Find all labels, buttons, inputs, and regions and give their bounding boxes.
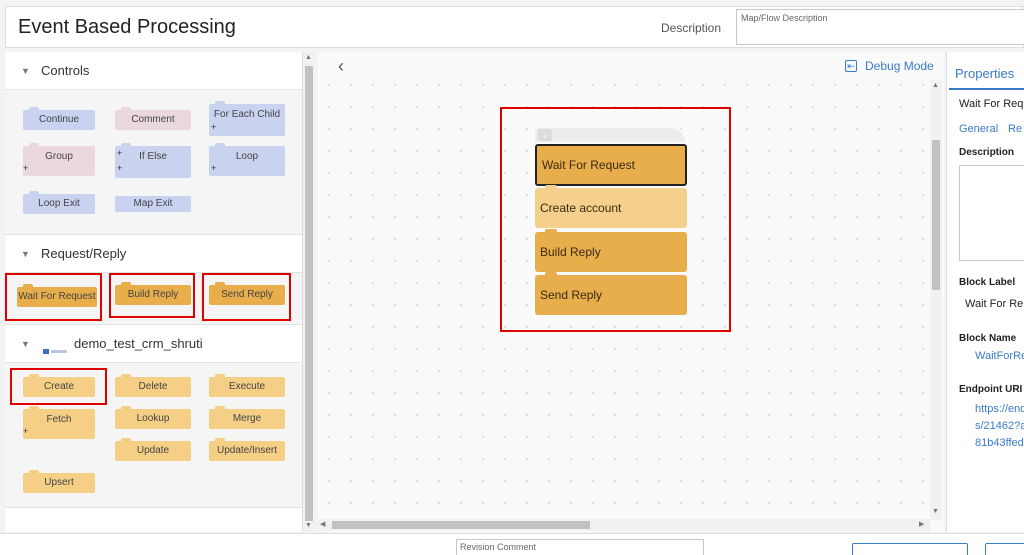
palette-block-comment[interactable]: Comment bbox=[115, 107, 191, 130]
controls-section-body: Continue Comment For Each Child + Group + … bbox=[5, 90, 302, 235]
palette-block-update[interactable]: Update bbox=[115, 438, 191, 461]
palette-block-lookup[interactable]: Lookup bbox=[115, 406, 191, 429]
collapse-left-icon[interactable]: ‹ bbox=[338, 56, 344, 77]
properties-panel: Properties Wait For Req General Re Descr… bbox=[946, 52, 1024, 532]
block-description-textarea[interactable] bbox=[959, 165, 1024, 261]
scrollbar-thumb[interactable] bbox=[305, 66, 313, 521]
palette-block-upsert[interactable]: Upsert bbox=[23, 470, 95, 493]
canvas-vertical-scrollbar[interactable]: ▲ ▼ bbox=[930, 80, 942, 520]
block-name-value: WaitForRe bbox=[975, 350, 1024, 362]
palette-block-for-each-child[interactable]: For Each Child + bbox=[209, 101, 285, 136]
block-label-title: Block Label bbox=[959, 277, 1016, 288]
scroll-down-arrow-icon[interactable]: ▼ bbox=[932, 508, 939, 515]
block-name-title: Block Name bbox=[959, 333, 1017, 344]
scrollbar-thumb[interactable] bbox=[932, 140, 940, 290]
palette-block-build-reply[interactable]: Build Reply bbox=[115, 282, 191, 305]
canvas-toolbar: ‹ ⇤ Debug Mode bbox=[318, 52, 944, 80]
block-palette: ▼ Controls Continue Comment For Each Chi… bbox=[5, 52, 303, 532]
endpoint-uri-line[interactable]: https://end bbox=[975, 403, 1024, 415]
scroll-up-arrow-icon[interactable]: ▲ bbox=[305, 54, 312, 61]
page-title: Event Based Processing bbox=[18, 16, 236, 38]
palette-block-wait-for-request[interactable]: Wait For Request bbox=[17, 284, 97, 307]
palette-block-update-insert[interactable]: Update/Insert bbox=[209, 438, 285, 461]
flow-canvas[interactable]: ‹ ⇤ Debug Mode ↓ Wait For Request Create… bbox=[318, 52, 944, 532]
plus-icon: + bbox=[117, 163, 123, 173]
endpoint-uri-line[interactable]: 81b43ffed bbox=[975, 437, 1024, 449]
connector-section-body: Create Delete Execute Fetch + Lookup Merg… bbox=[5, 363, 302, 508]
revision-comment-input[interactable]: Revision Comment bbox=[456, 539, 704, 555]
palette-block-if-else[interactable]: If Else + + bbox=[115, 143, 191, 178]
scroll-left-arrow-icon[interactable]: ◀ bbox=[320, 520, 325, 528]
palette-block-delete[interactable]: Delete bbox=[115, 374, 191, 397]
scroll-right-arrow-icon[interactable]: ▶ bbox=[919, 520, 924, 528]
scrollbar-thumb[interactable] bbox=[332, 521, 590, 529]
palette-block-loop-exit[interactable]: Loop Exit bbox=[23, 191, 95, 214]
block-label-input[interactable]: Wait For Re bbox=[965, 298, 1023, 310]
section-title: demo_test_crm_shruti bbox=[74, 336, 203, 351]
plus-icon: + bbox=[211, 122, 217, 132]
connector-logo-icon bbox=[43, 341, 67, 354]
collapse-triangle-icon[interactable]: ▼ bbox=[21, 339, 30, 349]
tab-request[interactable]: Re bbox=[1008, 123, 1022, 135]
palette-block-continue[interactable]: Continue bbox=[23, 107, 95, 130]
canvas-horizontal-scrollbar[interactable]: ◀ ▶ bbox=[318, 519, 930, 531]
plus-icon: + bbox=[211, 163, 217, 173]
request-reply-section-body: Wait For Request Build Reply Send Reply bbox=[5, 273, 302, 325]
section-title: Request/Reply bbox=[41, 246, 127, 261]
plus-icon: + bbox=[23, 426, 29, 436]
section-header-connector[interactable]: ▼ demo_test_crm_shruti bbox=[5, 325, 302, 363]
header-bar: Event Based Processing Description Map/F… bbox=[5, 6, 1024, 48]
palette-scrollbar[interactable]: ▲ ▼ bbox=[303, 52, 315, 532]
description-input[interactable]: Map/Flow Description bbox=[736, 9, 1024, 45]
scroll-up-arrow-icon[interactable]: ▲ bbox=[932, 82, 939, 89]
section-header-controls[interactable]: ▼ Controls bbox=[5, 52, 302, 90]
footer-button[interactable] bbox=[985, 543, 1024, 555]
section-header-request-reply[interactable]: ▼ Request/Reply bbox=[5, 235, 302, 273]
palette-block-fetch[interactable]: Fetch + bbox=[23, 406, 95, 439]
debug-mode-link[interactable]: Debug Mode bbox=[865, 59, 934, 73]
palette-block-group[interactable]: Group + bbox=[23, 143, 95, 176]
palette-block-merge[interactable]: Merge bbox=[209, 406, 285, 429]
endpoint-uri-line[interactable]: s/21462?a bbox=[975, 420, 1024, 432]
footer-button[interactable] bbox=[852, 543, 968, 555]
description-field-label: Description bbox=[959, 147, 1015, 158]
tab-general[interactable]: General bbox=[959, 123, 998, 135]
plus-icon: + bbox=[23, 163, 29, 173]
debug-mode-icon[interactable]: ⇤ bbox=[845, 60, 857, 72]
palette-block-send-reply[interactable]: Send Reply bbox=[209, 282, 285, 305]
palette-block-map-exit[interactable]: Map Exit bbox=[115, 196, 191, 212]
description-label: Description bbox=[661, 21, 722, 35]
section-title: Controls bbox=[41, 63, 90, 78]
scroll-down-arrow-icon[interactable]: ▼ bbox=[305, 522, 312, 529]
palette-block-create[interactable]: Create bbox=[23, 374, 95, 397]
footer-bar: Revision Comment bbox=[0, 533, 1024, 555]
tab-properties[interactable]: Properties bbox=[949, 52, 1024, 90]
palette-block-execute[interactable]: Execute bbox=[209, 374, 285, 397]
palette-block-loop[interactable]: Loop + bbox=[209, 143, 285, 176]
highlight-box bbox=[500, 107, 731, 332]
endpoint-uri-title: Endpoint URI bbox=[959, 384, 1023, 395]
collapse-triangle-icon[interactable]: ▼ bbox=[21, 249, 30, 259]
selected-block-title: Wait For Req bbox=[959, 98, 1024, 110]
plus-icon: + bbox=[117, 148, 123, 158]
collapse-triangle-icon[interactable]: ▼ bbox=[21, 66, 30, 76]
